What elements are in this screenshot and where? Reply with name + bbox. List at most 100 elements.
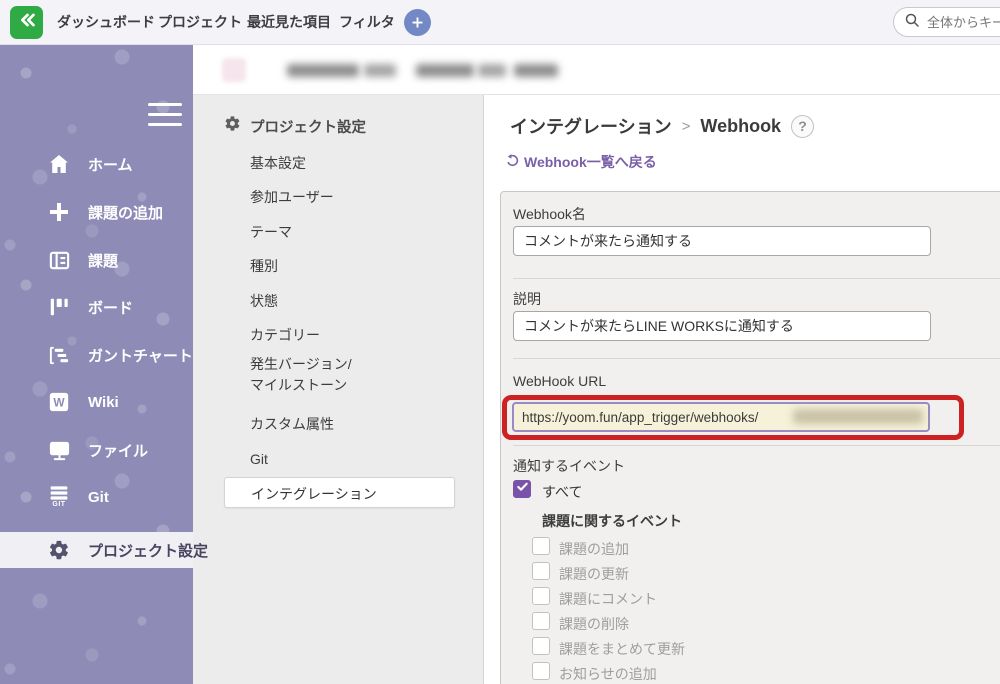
settings-item-statuses[interactable]: 状態	[250, 291, 278, 312]
description-label: 説明	[513, 289, 541, 309]
project-header-bar	[193, 45, 1000, 95]
redacted-text-blur	[416, 64, 474, 77]
svg-text:W: W	[53, 396, 65, 410]
sidebar-item-label: 課題	[88, 250, 118, 271]
redacted-text-blur	[514, 64, 558, 77]
plus-icon	[46, 199, 72, 225]
checkbox-issue-created	[532, 537, 550, 555]
wiki-icon: W	[46, 389, 72, 415]
settings-item-basic[interactable]: 基本設定	[250, 153, 306, 174]
search-icon	[904, 12, 920, 33]
checkbox-all-events[interactable]	[513, 480, 531, 498]
main-content: インテグレーション > Webhook ? Webhook一覧へ戻る Webho…	[485, 95, 1000, 684]
checkbox-label: 課題の追加	[559, 539, 629, 559]
url-redacted-blur	[793, 409, 923, 424]
sidebar-item-label: ボード	[88, 297, 133, 318]
gear-icon	[46, 537, 72, 563]
gantt-chart-icon	[46, 342, 72, 368]
plus-icon	[410, 15, 425, 30]
global-search[interactable]	[893, 7, 1000, 37]
nav-recently-viewed[interactable]: 最近見た項目	[247, 0, 331, 45]
breadcrumb: インテグレーション > Webhook ?	[510, 113, 814, 139]
webhook-name-label: Webhook名	[513, 204, 586, 224]
global-topbar: ダッシュボード プロジェクト 最近見た項目 フィルタ	[0, 0, 1000, 45]
checkbox-label: 課題の削除	[559, 614, 629, 634]
sidebar-item-issues[interactable]: 課題	[0, 243, 193, 277]
settings-item-label: インテグレーション	[251, 484, 377, 504]
settings-item-theme[interactable]: テーマ	[250, 222, 292, 243]
git-icon: GIT	[46, 484, 72, 510]
settings-item-categories[interactable]: カテゴリー	[250, 325, 320, 346]
checkbox-issue-commented	[532, 587, 550, 605]
project-sidebar: ホーム 課題の追加 課題	[0, 45, 193, 684]
webhook-url-label: WebHook URL	[513, 373, 606, 389]
nav-dashboard[interactable]: ダッシュボード	[57, 0, 155, 45]
settings-item-integrations[interactable]: インテグレーション	[224, 477, 455, 508]
sidebar-item-label: ホーム	[88, 154, 133, 175]
sidebar-item-label: 課題の追加	[88, 202, 163, 223]
sidebar-item-files[interactable]: ファイル	[0, 433, 193, 467]
page-title: Webhook	[700, 116, 781, 137]
help-button[interactable]: ?	[791, 115, 814, 138]
webhook-name-input[interactable]	[513, 226, 931, 256]
settings-item-git[interactable]: Git	[250, 449, 268, 470]
checkbox-label: 課題の更新	[559, 564, 629, 584]
checkbox-notification-added	[532, 662, 550, 680]
divider	[513, 358, 1000, 359]
project-icon	[222, 58, 246, 82]
divider	[513, 278, 1000, 279]
description-input[interactable]	[513, 311, 931, 341]
breadcrumb-separator: >	[682, 118, 691, 135]
settings-menu-header[interactable]: プロジェクト設定	[224, 115, 366, 137]
project-settings-menu: プロジェクト設定 基本設定 参加ユーザー テーマ 種別 状態 カテゴリー 発生バ…	[193, 95, 484, 684]
sidebar-item-gantt[interactable]: ガントチャート	[0, 338, 193, 372]
issue-list-icon	[46, 247, 72, 273]
checkmark-icon	[516, 480, 529, 498]
breadcrumb-parent[interactable]: インテグレーション	[510, 113, 672, 139]
gear-icon	[224, 115, 241, 137]
home-icon	[46, 151, 72, 177]
sidebar-item-board[interactable]: ボード	[0, 290, 193, 324]
checkbox-label: 課題にコメント	[559, 589, 657, 609]
back-link-label: Webhook一覧へ戻る	[524, 152, 657, 172]
settings-item-versions-milestones[interactable]: 発生バージョン/ マイルストーン	[250, 354, 352, 396]
sidebar-item-label: Wiki	[88, 394, 119, 411]
backlog-logo[interactable]	[10, 6, 43, 39]
checkbox-label: お知らせの追加	[559, 664, 657, 684]
app-window: ダッシュボード プロジェクト 最近見た項目 フィルタ	[0, 0, 1000, 684]
issue-events-heading: 課題に関するイベント	[542, 511, 682, 531]
redacted-text-blur	[287, 64, 359, 77]
file-monitor-icon	[46, 437, 72, 463]
hamburger-menu-icon[interactable]	[148, 103, 182, 129]
notify-events-label: 通知するイベント	[513, 456, 625, 476]
nav-projects[interactable]: プロジェクト	[158, 0, 242, 45]
sidebar-item-wiki[interactable]: W Wiki	[0, 385, 193, 419]
backlog-chevrons-icon	[16, 9, 38, 36]
redacted-text-blur	[364, 64, 396, 77]
checkbox-issue-deleted	[532, 612, 550, 630]
sidebar-item-home[interactable]: ホーム	[0, 147, 193, 181]
sidebar-item-label: ファイル	[88, 440, 148, 461]
settings-item-issue-types[interactable]: 種別	[250, 256, 278, 277]
checkbox-issue-updated	[532, 562, 550, 580]
divider	[513, 445, 1000, 446]
sidebar-item-git[interactable]: GIT Git	[0, 480, 193, 514]
settings-item-custom-fields[interactable]: カスタム属性	[250, 414, 334, 435]
project-name-redacted[interactable]	[215, 52, 545, 88]
settings-menu-header-label: プロジェクト設定	[250, 116, 366, 137]
sidebar-item-add-issue[interactable]: 課題の追加	[0, 195, 193, 229]
webhook-form-panel: Webhook名 説明 WebHook URL 通知するイベント すべて 課題	[500, 191, 1000, 684]
search-input[interactable]	[927, 15, 1000, 30]
sidebar-item-project-settings[interactable]: プロジェクト設定	[0, 532, 193, 568]
undo-arrow-icon	[506, 154, 519, 170]
redacted-text-blur	[478, 64, 506, 77]
back-to-webhook-list-link[interactable]: Webhook一覧へ戻る	[506, 152, 657, 172]
checkbox-label: 課題をまとめて更新	[559, 639, 685, 659]
sidebar-item-label: Git	[88, 489, 109, 506]
sidebar-item-label: プロジェクト設定	[88, 540, 208, 561]
checkbox-issues-bulk-updated	[532, 637, 550, 655]
global-add-button[interactable]	[404, 9, 431, 36]
board-icon	[46, 294, 72, 320]
nav-filter[interactable]: フィルタ	[339, 0, 395, 45]
settings-item-members[interactable]: 参加ユーザー	[250, 187, 334, 208]
